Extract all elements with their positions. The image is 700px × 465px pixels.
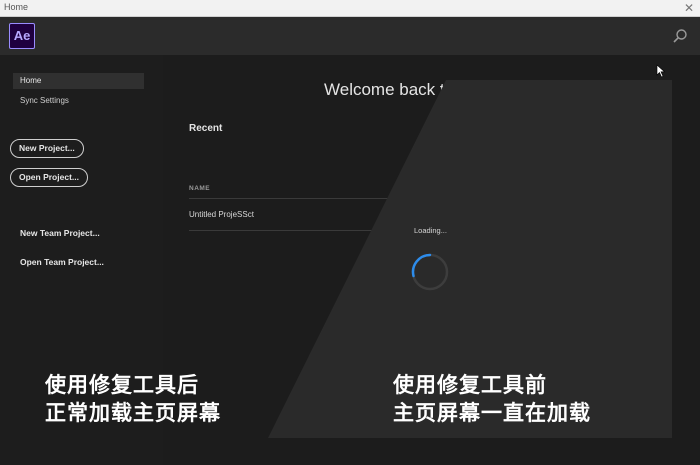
loading-spinner-icon [411, 253, 449, 291]
open-project-button[interactable]: Open Project... [10, 168, 88, 187]
caption-line: 使用修复工具前 [393, 374, 547, 397]
after-effects-logo: Ae [9, 23, 35, 49]
recent-heading: Recent [189, 123, 223, 134]
window-titlebar: Home ✕ [0, 0, 700, 17]
mouse-cursor-icon [656, 64, 666, 78]
welcome-heading: Welcome back to [324, 80, 455, 99]
window-title: Home [4, 2, 29, 12]
search-icon[interactable] [672, 28, 688, 44]
close-icon[interactable]: ✕ [684, 0, 694, 16]
caption-line: 主页屏幕一直在加载 [393, 402, 591, 425]
caption-before-repair: 使用修复工具前 主页屏幕一直在加载 [393, 372, 591, 428]
recent-project-item[interactable]: Untitled ProjeSSct [189, 210, 254, 219]
column-header-name: NAME [189, 185, 211, 192]
sidebar-item-home[interactable]: Home [13, 73, 144, 89]
divider [189, 230, 419, 231]
divider [189, 198, 419, 199]
new-project-button[interactable]: New Project... [10, 139, 84, 158]
caption-after-repair: 使用修复工具后 正常加载主页屏幕 [45, 372, 221, 428]
loading-label: Loading... [414, 226, 447, 235]
sidebar-item-sync-settings[interactable]: Sync Settings [13, 93, 144, 109]
caption-line: 使用修复工具后 [45, 374, 199, 397]
app-logo-text: Ae [13, 28, 31, 43]
new-team-project-link[interactable]: New Team Project... [20, 228, 100, 238]
caption-line: 正常加载主页屏幕 [45, 402, 221, 425]
app-header: Ae [0, 17, 700, 55]
open-team-project-link[interactable]: Open Team Project... [20, 257, 104, 267]
